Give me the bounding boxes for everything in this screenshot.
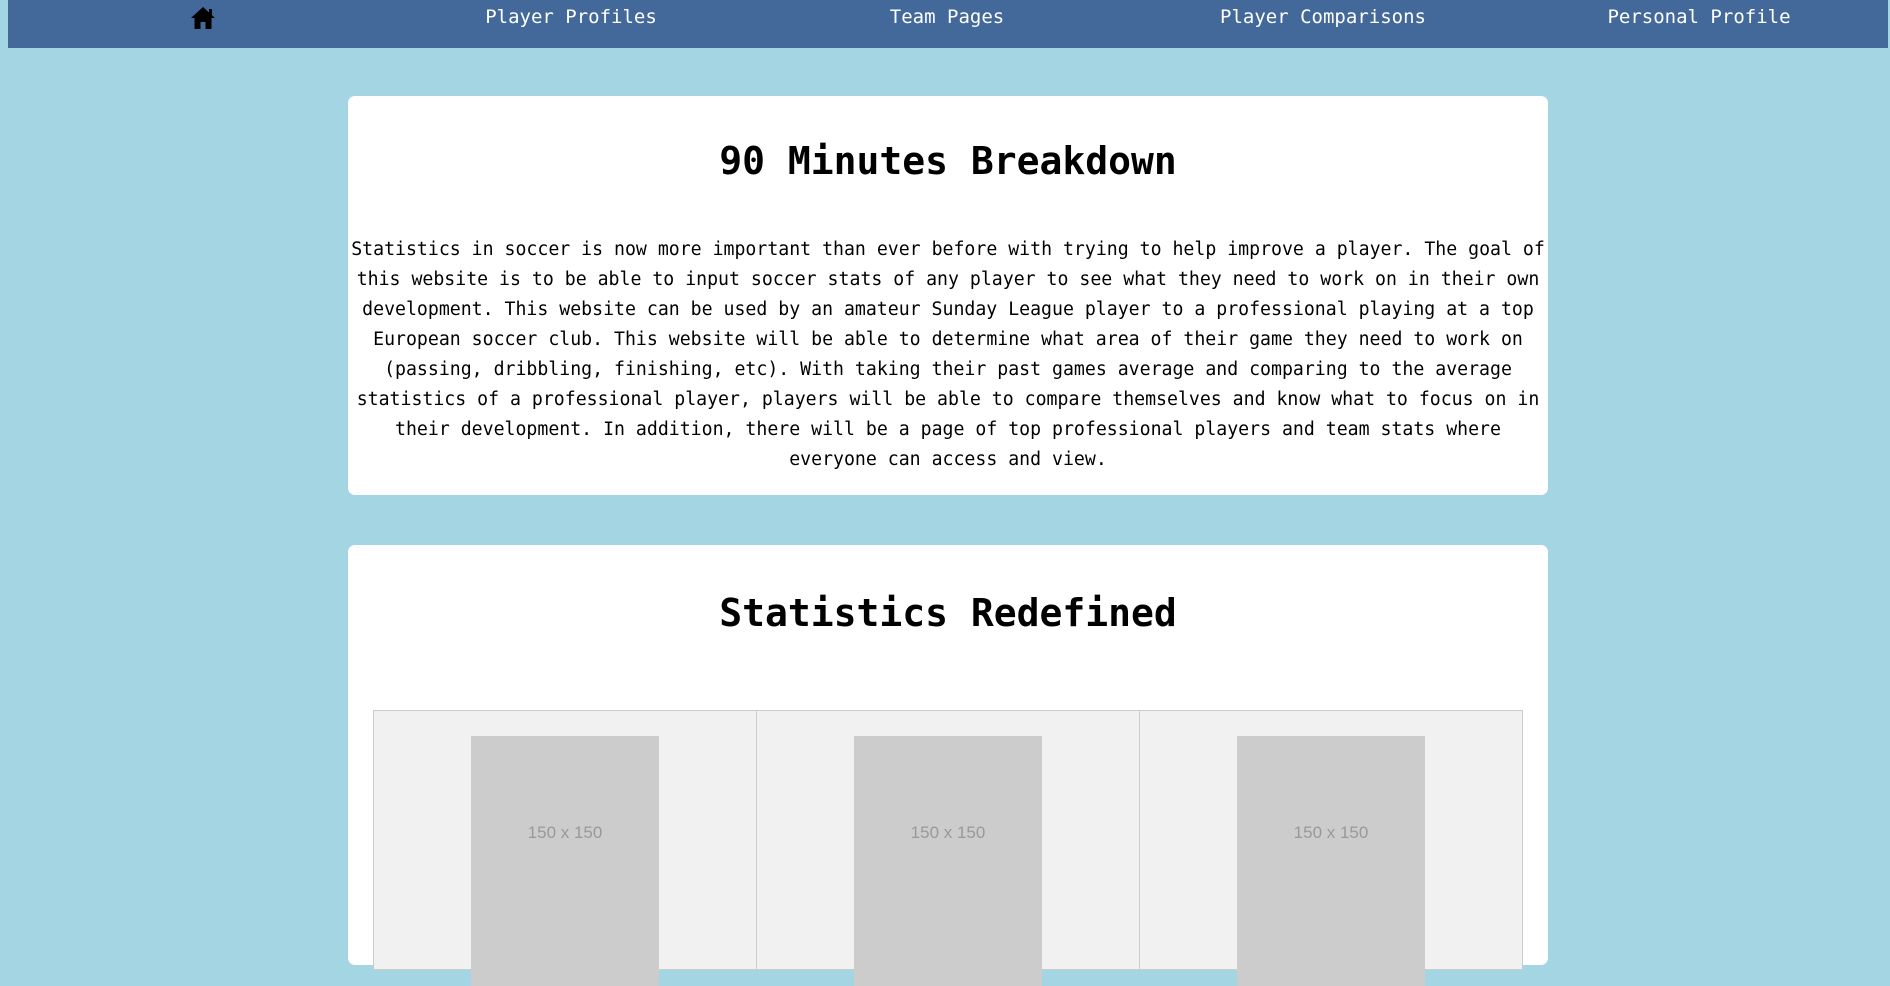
placeholder-image: 150 x 150	[471, 736, 659, 986]
grid-cell: 150 x 150	[757, 711, 1140, 986]
intro-card: 90 Minutes Breakdown Statistics in socce…	[348, 96, 1548, 495]
nav-link-team-pages[interactable]: Team Pages	[890, 0, 1004, 34]
intro-paragraph: Statistics in soccer is now more importa…	[348, 235, 1548, 475]
intro-line: European soccer club. This website will …	[373, 329, 1523, 350]
intro-line: statistics of a professional player, pla…	[356, 389, 1540, 410]
placeholder-image: 150 x 150	[854, 736, 1042, 986]
home-link[interactable]	[180, 0, 226, 36]
grid-cell: 150 x 150	[374, 711, 757, 986]
top-navbar: Player Profiles Team Pages Player Compar…	[8, 0, 1888, 48]
grid-cell: 150 x 150	[1140, 711, 1522, 986]
stats-image-grid: 150 x 150 150 x 150 150 x 150	[373, 710, 1523, 986]
intro-line: this website is to be able to input socc…	[356, 269, 1540, 290]
placeholder-image: 150 x 150	[1237, 736, 1425, 986]
intro-line: everyone can access and view.	[789, 449, 1107, 470]
nav-link-player-profiles[interactable]: Player Profiles	[485, 0, 657, 34]
stats-card: Statistics Redefined 150 x 150 150 x 150…	[348, 545, 1548, 986]
home-icon	[191, 7, 215, 29]
nav-link-personal-profile[interactable]: Personal Profile	[1607, 0, 1790, 34]
intro-line: development. This website can be used by…	[362, 299, 1534, 320]
intro-line: their development. In addition, there wi…	[395, 419, 1501, 440]
intro-line: (passing, dribbling, finishing, etc). Wi…	[384, 359, 1512, 380]
stats-title: Statistics Redefined	[719, 591, 1177, 635]
intro-line: Statistics in soccer is now more importa…	[351, 239, 1545, 260]
intro-title: 90 Minutes Breakdown	[719, 139, 1177, 183]
nav-link-player-comparisons[interactable]: Player Comparisons	[1220, 0, 1426, 34]
